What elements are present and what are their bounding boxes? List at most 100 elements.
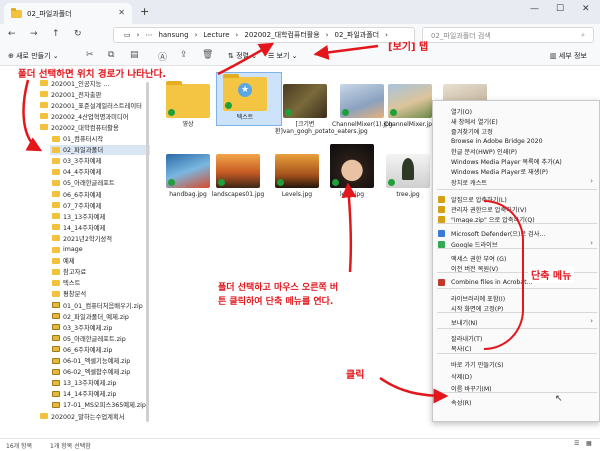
breadcrumb[interactable]: ▭ › ⋯ hansung › Lecture › 202002_대학컴퓨터활용… [113,27,415,43]
nav-tree-label: 17-01_MS오피스365예제.zip [63,402,146,410]
context-menu-item[interactable]: 열기(O) [451,106,472,116]
folder-icon [40,102,48,109]
zip-folder-icon [52,302,60,308]
context-menu-item[interactable]: 보내기(N) [451,317,478,327]
context-menu-item[interactable]: 복사(C) [451,343,472,353]
paste-icon[interactable]: ▤ [130,50,139,60]
context-menu-item[interactable]: Windows Media Player 목록에 추가(A) [451,156,562,166]
nav-tree-item[interactable]: 01_컴퓨터시작 [52,134,103,144]
up-icon[interactable]: ↑ [52,29,60,39]
thumbnail-view-icon[interactable]: ▦ [586,440,592,447]
context-menu-item[interactable]: 속성(R) [451,397,472,407]
folder-item[interactable]: 영상 [166,81,218,128]
plus-icon[interactable]: + [140,5,149,18]
rename-icon[interactable]: Ⓐ [158,50,167,63]
file-label: ChannelMixer.jpg [384,121,436,128]
nav-tree-item[interactable]: 04_4주차예제 [52,167,101,177]
nav-tree-item[interactable]: 202001_표준설계일러스트레이터 [40,100,142,110]
context-menu-item[interactable]: 새 창에서 열기(E) [451,116,498,126]
tab-explorer[interactable]: 02_파일과폴더 ✕ [4,3,132,24]
search-input[interactable]: 02_파일과폴더 검색 ⌕ [422,27,594,43]
breadcrumb-item[interactable]: 202002_대학컴퓨터활용 [244,30,319,40]
context-menu-item[interactable]: 잘라내기(T) [451,333,482,343]
context-menu-item[interactable]: 장치로 캐스트 [451,177,487,187]
nav-tree-item[interactable]: 2021년2학기성적 [52,233,112,243]
nav-tree-item[interactable]: 06-02_엑셀함수예제.zip [52,367,130,377]
cut-icon[interactable]: ✂ [86,50,94,60]
view-button[interactable]: ☰ 보기 ⌄ [268,51,298,61]
navigation-pane[interactable]: 202001_인공지능 ... 202001_전자출판 202001_표준설계일러스… [0,66,150,438]
nav-scrollbar[interactable] [146,82,149,422]
annotation-right-click-2: 튼 클릭하여 단축 메뉴를 연다. [218,297,334,307]
nav-tree-item[interactable]: 03_3주차예제.zip [52,322,112,332]
nav-tree-item[interactable]: 02_파일과폴더_예제.zip [52,311,129,321]
delete-icon[interactable]: 🗑 [202,50,213,60]
share-icon[interactable]: ⇪ [180,50,188,60]
nav-tree-item[interactable]: 평창분석 [52,289,86,299]
minimize-icon[interactable]: — [530,4,539,14]
nav-tree-label: 평창분석 [63,291,87,299]
folder-item-selected[interactable]: ★ 텍스트 [216,72,282,126]
image-thumbnail [386,154,430,188]
nav-tree-item[interactable]: 05_아래한글레포트.zip [52,333,126,343]
maximize-icon[interactable]: ☐ [556,4,564,14]
context-menu-item[interactable]: 바로 가기 만들기(S) [451,359,504,369]
nav-tree-item[interactable]: 14_14주차예제 [52,222,105,232]
zip-folder-icon [52,357,60,364]
breadcrumb-item[interactable]: 02_파일과폴더 [334,30,379,40]
context-menu-item[interactable]: 삭제(D) [451,371,472,381]
image-item[interactable]: Levels.jpg [275,154,327,198]
nav-tree-label: 06-01_엑셀기능예제.zip [63,358,131,365]
nav-tree-item[interactable]: 13_13주차예제.zip [52,378,116,388]
annotation-right-click-1: 폴더 선택하고 마우스 오른쪽 버 [218,283,339,293]
nav-tree-item[interactable]: 202002_대학컴퓨터활용 [40,122,119,132]
sort-button[interactable]: ⇅ 정렬 ⌄ [228,51,257,61]
zip-folder-icon [52,401,60,408]
more-options-icon[interactable]: ⋯ [314,51,321,59]
nav-tree-item[interactable]: image [52,245,83,255]
context-menu-item[interactable]: Windows Media Player로 재생(P) [451,166,548,176]
nav-tree-item[interactable]: 06_6주차예제 [52,189,101,199]
close-icon[interactable]: ✕ [582,4,590,14]
image-item[interactable]: tree.jpg [386,154,438,198]
nav-tree-item[interactable]: 202002_4산업혁명과미디어 [40,111,129,121]
new-button[interactable]: ⊕ 새로 만들기 ⌄ [8,51,59,61]
nav-tree-item[interactable]: 02_파일과폴더 [50,144,150,155]
list-view-icon[interactable]: ☰ [574,440,579,447]
refresh-icon[interactable]: ↻ [74,29,82,39]
copy-icon[interactable]: ⧉ [108,50,114,60]
folder-icon [40,91,48,98]
nav-tree-item[interactable]: 예제 [52,256,75,266]
breadcrumb-ellipsis[interactable]: ⋯ [145,31,152,39]
details-button[interactable]: ▥ 세부 정보 [550,51,587,61]
breadcrumb-item[interactable]: Lecture [203,31,229,39]
forward-icon[interactable]: → [30,29,38,39]
nav-tree-item[interactable]: 05_아래한글레포트 [52,178,115,188]
image-thumbnail [340,84,384,118]
context-menu-item[interactable]: Browse in Adobe Bridge 2020 [451,136,543,146]
nav-tree-item[interactable]: 03_3주차예제 [52,156,101,166]
nav-tree-item[interactable]: 06_6주차예제.zip [52,344,112,354]
nav-tree-item[interactable]: 17-01_MS오피스365예제.zip [52,400,146,410]
context-menu-item[interactable]: 즐겨찾기에 고정 [451,126,493,136]
image-item[interactable]: [크기변환]van_gogh_potato_eaters.jpg [275,84,368,135]
nav-tree-item[interactable]: 13_13주차예제 [52,211,105,221]
annotation-click: 클릭 [346,370,365,381]
nav-tree-item[interactable]: 01_01_컴퓨터처음배우기.zip [52,300,143,310]
nav-tree-item[interactable]: 14_14주차예제.zip [52,389,116,399]
context-menu-item[interactable]: 한글 문서(HWP) 인쇄(P) [451,146,517,156]
nav-tree-item[interactable]: 07_7주차예제 [52,200,101,210]
breadcrumb-item[interactable]: hansung [158,31,188,39]
file-label: [크기변환]van_gogh_potato_eaters.jpg [275,121,368,135]
menu-item-icon [438,216,445,223]
nav-tree-item[interactable]: 202002_말하는수업계획서 [40,411,125,421]
tab-close-icon[interactable]: ✕ [118,8,125,17]
nav-tree-item[interactable]: 202001_전자출판 [40,89,101,99]
nav-tree-item[interactable]: 텍스트 [52,278,80,288]
nav-tree-label: 13_13주차예제.zip [63,380,117,388]
back-icon[interactable]: ← [8,29,16,39]
image-item[interactable]: landscapes01.jpg [212,154,268,198]
nav-tree-item[interactable]: 06-01_엑셀기능예제.zip [52,356,130,366]
image-item[interactable]: lena.jpg [330,144,382,198]
nav-tree-item[interactable]: 참고자료 [52,267,86,277]
